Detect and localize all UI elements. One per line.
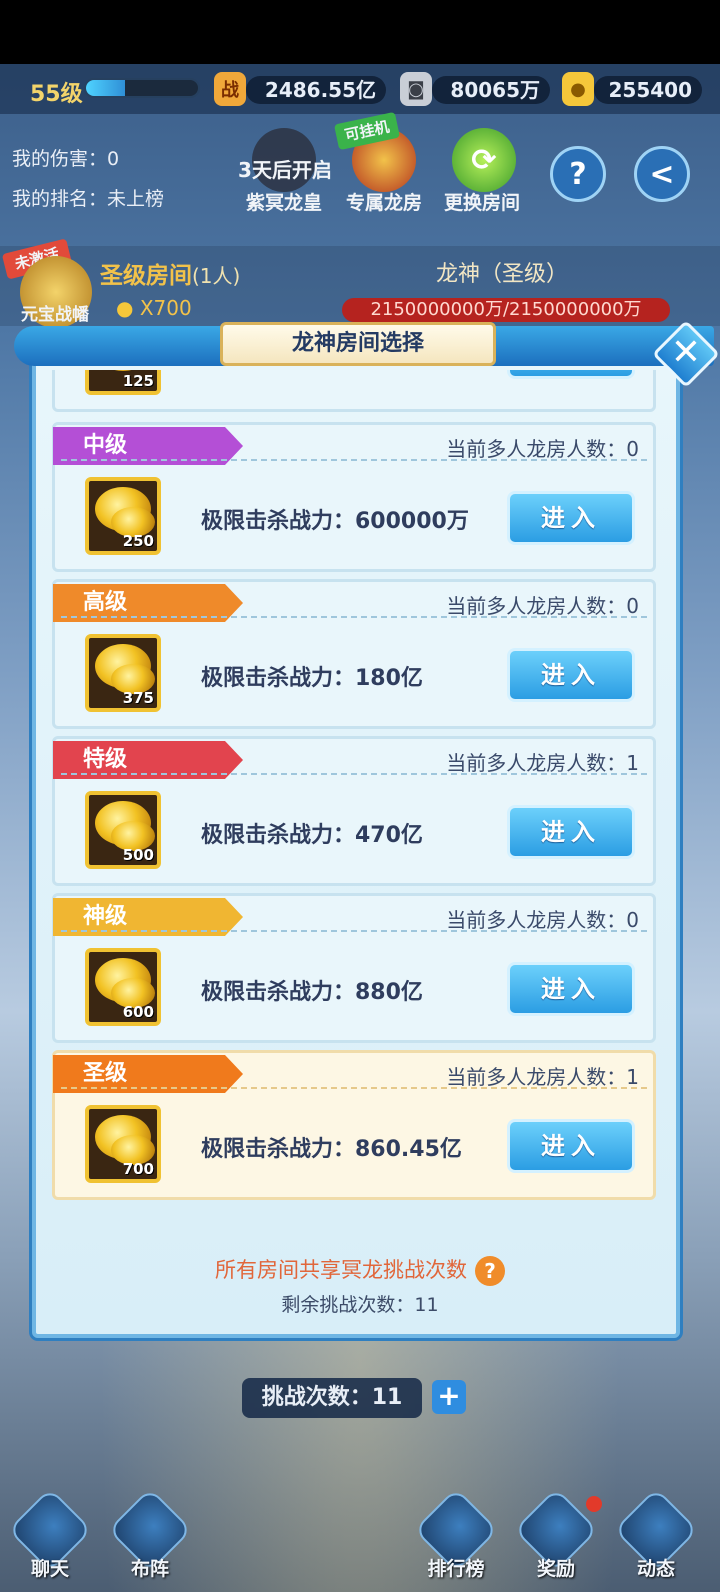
shared-note-text: 所有房间共享冥龙挑战次数	[215, 1258, 467, 1282]
enter-button[interactable]: 进入	[507, 491, 635, 545]
gold-reward-icon: 125	[85, 370, 161, 395]
room-list[interactable]: 125 中级 当前多人龙房人数：0 250 极限击杀战力：600000万 进入 …	[44, 370, 660, 1202]
combat-power-value: 2486.55亿	[246, 76, 386, 104]
kill-power-requirement: 极限击杀战力：860.45亿	[201, 1137, 462, 1162]
back-arrow-icon: <	[649, 156, 675, 192]
shared-challenge-note: 所有房间共享冥龙挑战次数?	[0, 1254, 720, 1286]
remaining-challenges: 剩余挑战次数：11	[281, 1294, 439, 1316]
room-card-special: 特级 当前多人龙房人数：1 500 极限击杀战力：470亿 进入	[52, 736, 656, 886]
gold-reward-amount: 600	[122, 1003, 154, 1021]
banner-label: 元宝战幡	[21, 305, 89, 325]
dragon-emperor-label: 紫冥龙皇	[245, 192, 322, 214]
kill-power-requirement: 极限击杀战力：880亿	[201, 980, 423, 1005]
kill-power-requirement: 极限击杀战力：470亿	[201, 823, 423, 848]
room-name: 圣级房间(1人)	[100, 263, 241, 289]
gold-reward-icon: 375	[85, 634, 161, 712]
gold-reward-icon: 500	[85, 791, 161, 869]
enter-button-partial[interactable]	[507, 370, 635, 379]
silver-value: 80065万	[432, 76, 550, 104]
nav-reward[interactable]: 奖励	[513, 1487, 599, 1580]
enter-button[interactable]: 进入	[507, 805, 635, 859]
change-room-button[interactable]: ⟳	[452, 128, 516, 192]
nav-label: 聊天	[30, 1558, 69, 1580]
gold-ingot-icon: ●	[116, 296, 134, 320]
enter-button[interactable]: 进入	[507, 648, 635, 702]
nav-chat[interactable]: 聊天	[7, 1487, 93, 1580]
refresh-icon: ⟳	[471, 142, 497, 178]
enter-button[interactable]: 进入	[507, 962, 635, 1016]
challenge-count: 挑战次数：11	[242, 1378, 422, 1418]
nav-label: 排行榜	[427, 1558, 485, 1580]
gold-reward-amount: 500	[122, 846, 154, 864]
level-progress-bar	[84, 78, 200, 98]
gold-reward-icon: 250	[85, 477, 161, 555]
room-card-mid: 中级 当前多人龙房人数：0 250 极限击杀战力：600000万 进入	[52, 422, 656, 572]
player-count: 当前多人龙房人数：1	[446, 1065, 639, 1089]
gold-reward-amount: 375	[122, 689, 154, 707]
question-icon: ?	[569, 156, 587, 192]
change-room-label: 更换房间	[443, 192, 520, 214]
nav-news[interactable]: 动态	[613, 1487, 699, 1580]
player-count: 当前多人龙房人数：0	[446, 437, 639, 461]
room-cost: ● X700	[116, 296, 192, 320]
combat-power-icon: 战	[214, 72, 246, 106]
room-people: (1人)	[192, 264, 241, 288]
kill-power-requirement: 极限击杀战力：600000万	[201, 509, 469, 534]
player-level: 55级	[30, 82, 83, 107]
close-icon[interactable]: ✕	[662, 330, 710, 378]
nav-ranking[interactable]: 排行榜	[413, 1487, 499, 1580]
gold-reward-amount: 250	[122, 532, 154, 550]
gold-reward-icon: 700	[85, 1105, 161, 1183]
gold-value: 255400	[594, 76, 702, 104]
notification-dot	[586, 1496, 602, 1512]
my-damage: 我的伤害：0	[12, 148, 120, 170]
silver-coin-icon: ◙	[400, 72, 432, 106]
player-count: 当前多人龙房人数：1	[446, 751, 639, 775]
modal-title: 龙神房间选择	[220, 322, 496, 366]
gold-reward-amount: 700	[122, 1160, 154, 1178]
level-progress-fill	[86, 80, 126, 96]
nav-label: 布阵	[130, 1558, 169, 1580]
status-bar	[0, 0, 720, 64]
nav-label: 奖励	[536, 1558, 575, 1580]
enter-button[interactable]: 进入	[507, 1119, 635, 1173]
help-question-icon[interactable]: ?	[475, 1256, 505, 1286]
my-rank: 我的排名：未上榜	[12, 188, 165, 210]
room-card-partial: 125	[52, 370, 656, 412]
kill-power-requirement: 极限击杀战力：180亿	[201, 666, 423, 691]
boss-hp-bar: 2150000000万/2150000000万	[342, 298, 670, 322]
gold-reward-icon: 600	[85, 948, 161, 1026]
exclusive-room-label: 专属龙房	[345, 192, 422, 214]
gold-reward-amount: 125	[122, 372, 154, 390]
room-card-holy: 圣级 当前多人龙房人数：1 700 极限击杀战力：860.45亿 进入	[52, 1050, 656, 1200]
add-challenge-button[interactable]: +	[432, 1380, 466, 1414]
nav-formation[interactable]: 布阵	[107, 1487, 193, 1580]
player-count: 当前多人龙房人数：0	[446, 908, 639, 932]
player-count: 当前多人龙房人数：0	[446, 594, 639, 618]
help-button[interactable]: ?	[550, 146, 606, 202]
nav-label: 动态	[636, 1558, 675, 1580]
gold-pile-shape	[95, 370, 151, 371]
countdown-text: 3天后开启	[238, 158, 332, 182]
boss-name: 龙神（圣级）	[436, 262, 569, 287]
gold-ingot-icon: ●	[562, 72, 594, 106]
room-card-high: 高级 当前多人龙房人数：0 375 极限击杀战力：180亿 进入	[52, 579, 656, 729]
room-card-divine: 神级 当前多人龙房人数：0 600 极限击杀战力：880亿 进入	[52, 893, 656, 1043]
back-button[interactable]: <	[634, 146, 690, 202]
